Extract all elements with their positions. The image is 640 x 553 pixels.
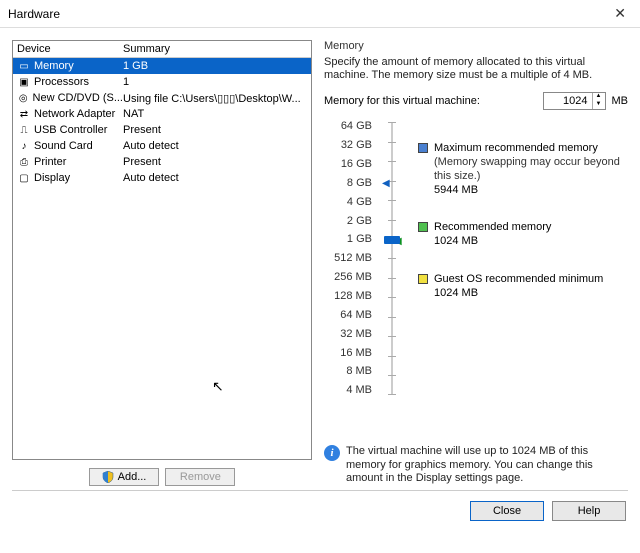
marker-max-icon: ◀ (382, 178, 390, 189)
device-row[interactable]: ⎙Printer Present (13, 154, 311, 170)
left-column: Device Summary ▭Memory1 GB▣Processors1◎N… (12, 40, 312, 486)
remove-button-label: Remove (180, 471, 221, 483)
tick-label: 16 GB (324, 158, 372, 170)
memory-icon: ▭ (17, 60, 31, 72)
tick-label: 256 MB (324, 271, 372, 283)
legend-max-value: 5944 MB (434, 184, 628, 198)
tick-label: 128 MB (324, 290, 372, 302)
add-button-label: Add... (118, 471, 147, 483)
tick-label: 4 GB (324, 196, 372, 208)
device-list[interactable]: Device Summary ▭Memory1 GB▣Processors1◎N… (12, 40, 312, 460)
spinner-buttons[interactable]: ▲▼ (592, 93, 605, 109)
legend-max: Maximum recommended memory (Memory swapp… (418, 142, 628, 197)
legend-rec: Recommended memory 1024 MB (418, 221, 628, 249)
help-button[interactable]: Help (552, 501, 626, 521)
memory-description: Specify the amount of memory allocated t… (324, 56, 628, 82)
header-device: Device (13, 43, 123, 55)
memory-legend: Maximum recommended memory (Memory swapp… (412, 118, 628, 398)
window-title: Hardware (8, 7, 608, 21)
device-summary: Auto detect (123, 140, 311, 152)
tick-label: 8 MB (324, 365, 372, 377)
memory-input-label: Memory for this virtual machine: (324, 95, 480, 107)
device-summary: NAT (123, 108, 311, 120)
memory-slider-area: 64 GB 32 GB 16 GB 8 GB 4 GB 2 GB 1 GB 512 MB 256… (324, 118, 628, 398)
titlebar: Hardware ✕ (0, 0, 640, 28)
tick-label: 2 GB (324, 215, 372, 227)
device-summary: Present (123, 124, 311, 136)
right-column: Memory Specify the amount of memory allo… (324, 40, 628, 486)
display-icon: ▢ (17, 172, 31, 184)
legend-max-sub: (Memory swapping may occur beyond this s… (434, 156, 628, 184)
info-row: i The virtual machine will use up to 102… (324, 439, 628, 486)
swatch-yellow-icon (418, 274, 428, 284)
device-name: Printer (34, 156, 66, 168)
tick-label: 16 MB (324, 347, 372, 359)
device-name: New CD/DVD (S... (33, 92, 123, 104)
device-buttons: Add... Remove (12, 460, 312, 486)
info-text: The virtual machine will use up to 1024 … (346, 445, 628, 486)
tick-label: 1 GB (324, 233, 372, 245)
tick-label: 4 MB (324, 384, 372, 396)
device-row[interactable]: ▢Display Auto detect (13, 170, 311, 186)
device-name: USB Controller (34, 124, 107, 136)
device-summary: 1 GB (123, 60, 311, 72)
device-summary: Present (123, 156, 311, 168)
add-button[interactable]: Add... (89, 468, 160, 486)
cpu-icon: ▣ (17, 76, 31, 88)
tick-label: 512 MB (324, 252, 372, 264)
memory-group-label: Memory (324, 40, 628, 52)
device-name: Network Adapter (34, 108, 115, 120)
legend-rec-title: Recommended memory (434, 221, 551, 235)
memory-input[interactable] (544, 94, 592, 108)
device-name: Sound Card (34, 140, 93, 152)
legend-max-title: Maximum recommended memory (434, 142, 628, 156)
cd-icon: ◎ (17, 92, 30, 104)
sound-icon: ♪ (17, 140, 31, 152)
dialog-body: Device Summary ▭Memory1 GB▣Processors1◎N… (0, 28, 640, 490)
remove-button: Remove (165, 468, 235, 486)
device-name: Memory (34, 60, 74, 72)
device-name: Processors (34, 76, 89, 88)
device-list-header: Device Summary (13, 41, 311, 58)
info-icon: i (324, 445, 340, 461)
device-row[interactable]: ▣Processors 1 (13, 74, 311, 90)
network-icon: ⇄ (17, 108, 31, 120)
device-summary: Auto detect (123, 172, 311, 184)
device-row[interactable]: ⇄Network Adapter NAT (13, 106, 311, 122)
memory-slider[interactable]: ◀ ◀ (380, 118, 404, 398)
tick-label: 8 GB (324, 177, 372, 189)
memory-unit: MB (612, 95, 629, 107)
device-name: Display (34, 172, 70, 184)
shield-icon (102, 471, 114, 483)
close-icon[interactable]: ✕ (608, 5, 632, 22)
device-row[interactable]: ⎍USB Controller Present (13, 122, 311, 138)
footer: Close Help (0, 491, 640, 531)
printer-icon: ⎙ (17, 156, 31, 168)
memory-spinner[interactable]: ▲▼ (543, 92, 606, 110)
device-summary: Using file C:\Users\▯▯▯\Desktop\W... (123, 92, 311, 105)
tick-label: 32 GB (324, 139, 372, 151)
device-row[interactable]: ▭Memory 1 GB (13, 58, 311, 74)
device-summary: 1 (123, 76, 311, 88)
memory-input-row: Memory for this virtual machine: ▲▼ MB (324, 92, 628, 110)
slider-tick-labels: 64 GB 32 GB 16 GB 8 GB 4 GB 2 GB 1 GB 512 MB 256… (324, 118, 372, 398)
close-button[interactable]: Close (470, 501, 544, 521)
header-summary: Summary (123, 43, 311, 55)
device-row[interactable]: ♪Sound Card Auto detect (13, 138, 311, 154)
swatch-blue-icon (418, 143, 428, 153)
tick-label: 64 GB (324, 120, 372, 132)
legend-min: Guest OS recommended minimum 1024 MB (418, 273, 628, 301)
legend-rec-value: 1024 MB (434, 235, 551, 249)
legend-min-title: Guest OS recommended minimum (434, 273, 603, 287)
swatch-green-icon (418, 222, 428, 232)
legend-min-value: 1024 MB (434, 287, 603, 301)
usb-icon: ⎍ (17, 124, 31, 136)
tick-label: 64 MB (324, 309, 372, 321)
tick-label: 32 MB (324, 328, 372, 340)
slider-thumb[interactable] (384, 236, 400, 244)
device-row[interactable]: ◎New CD/DVD (S...Using file C:\Users\▯▯▯… (13, 90, 311, 106)
